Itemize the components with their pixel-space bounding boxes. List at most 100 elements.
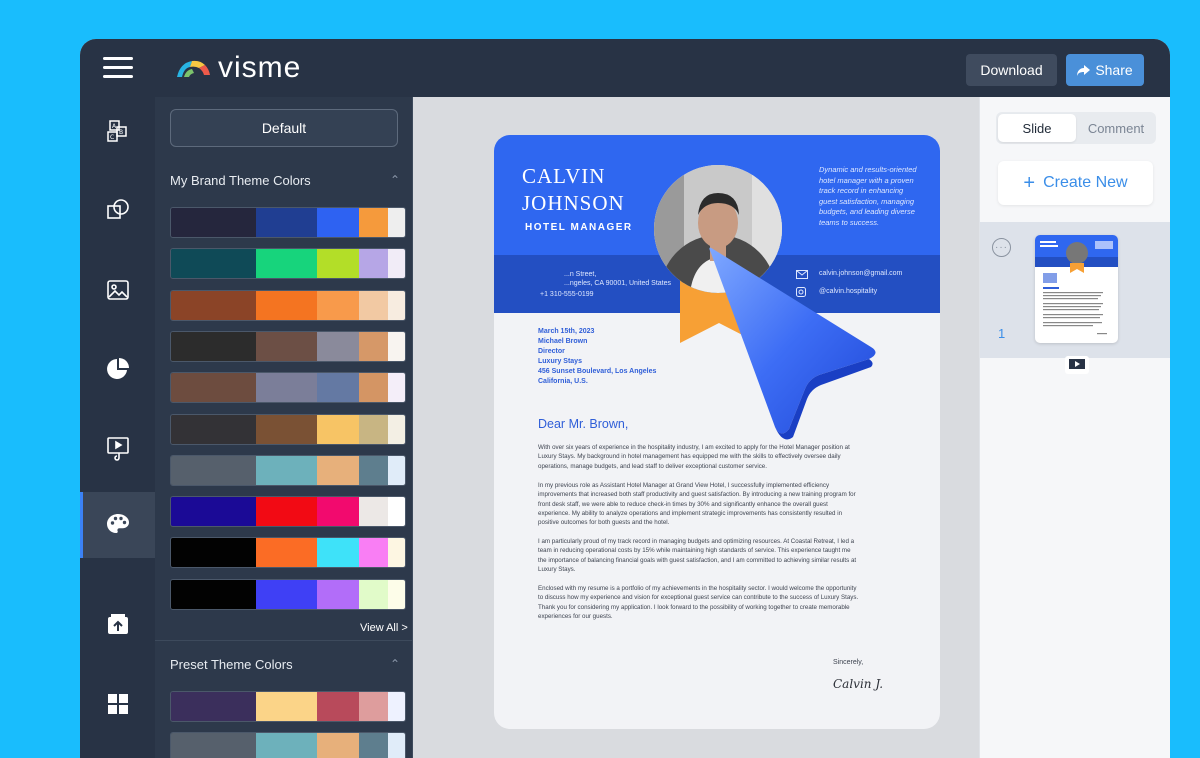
chart-pie-icon[interactable]	[80, 336, 155, 402]
color-swatch[interactable]	[317, 497, 359, 527]
brand-palette-4[interactable]	[170, 330, 406, 362]
recipient-block[interactable]: March 15th, 2023 Michael Brown Director …	[538, 327, 656, 387]
brand-palette-3[interactable]	[170, 289, 406, 321]
share-button[interactable]: Share	[1066, 54, 1144, 86]
more-options-icon[interactable]: ···	[992, 238, 1011, 257]
color-swatch[interactable]	[256, 249, 317, 279]
letter-paragraph-2[interactable]: In my previous role as Assistant Hotel M…	[538, 481, 860, 527]
color-swatch[interactable]	[359, 414, 388, 444]
color-swatch[interactable]	[171, 249, 256, 279]
letter-greeting[interactable]: Dear Mr. Brown,	[538, 417, 628, 431]
color-swatch[interactable]	[171, 208, 256, 237]
brand-palette-1[interactable]	[170, 207, 406, 238]
letter-paragraph-4[interactable]: Enclosed with my resume is a portfolio o…	[538, 584, 860, 621]
color-swatch[interactable]	[171, 497, 256, 527]
color-swatch[interactable]	[171, 373, 256, 403]
shapes-icon[interactable]	[80, 177, 155, 243]
color-swatch[interactable]	[317, 373, 359, 403]
color-swatch[interactable]	[256, 290, 317, 320]
color-swatch[interactable]	[171, 733, 256, 758]
color-swatch[interactable]	[388, 290, 405, 320]
color-swatch[interactable]	[388, 414, 405, 444]
candidate-name[interactable]: CALVIN JOHNSON	[522, 163, 625, 217]
color-swatch[interactable]	[359, 538, 388, 568]
color-swatch[interactable]	[388, 733, 405, 758]
color-swatch[interactable]	[256, 208, 317, 237]
brand-palette-2[interactable]	[170, 248, 406, 280]
apps-grid-icon[interactable]	[80, 671, 155, 737]
editor-canvas[interactable]: CALVIN JOHNSON HOTEL MANAGER Dynamic and…	[413, 97, 979, 758]
brand-palette-8[interactable]	[170, 496, 406, 528]
color-swatch[interactable]	[256, 373, 317, 403]
brand-palette-9[interactable]	[170, 537, 406, 569]
color-swatch[interactable]	[256, 497, 317, 527]
address-text[interactable]: ...n Street, ...ngeles, CA 90001, United…	[564, 270, 671, 288]
color-swatch[interactable]	[317, 579, 359, 609]
color-swatch[interactable]	[171, 692, 256, 721]
slide-thumbnail[interactable]	[1035, 235, 1118, 343]
menu-icon[interactable]	[103, 57, 133, 79]
visme-logo[interactable]: visme	[174, 51, 301, 85]
present-slide-icon[interactable]	[1064, 353, 1090, 375]
color-swatch[interactable]	[388, 692, 405, 721]
color-swatch[interactable]	[388, 249, 405, 279]
color-swatch[interactable]	[359, 497, 388, 527]
color-swatch[interactable]	[256, 331, 317, 361]
chevron-up-icon[interactable]: ⌃	[390, 173, 400, 187]
color-swatch[interactable]	[171, 538, 256, 568]
download-button[interactable]: Download	[966, 54, 1057, 86]
color-swatch[interactable]	[359, 249, 388, 279]
tab-slide[interactable]: Slide	[998, 114, 1076, 142]
candidate-summary[interactable]: Dynamic and results-oriented hotel manag…	[819, 165, 919, 228]
color-swatch[interactable]	[317, 249, 359, 279]
color-swatch[interactable]	[256, 414, 317, 444]
brand-palette-10[interactable]	[170, 578, 406, 610]
color-swatch[interactable]	[256, 455, 317, 485]
chevron-up-icon[interactable]: ⌃	[390, 657, 400, 671]
color-swatch[interactable]	[317, 538, 359, 568]
color-swatch[interactable]	[359, 331, 388, 361]
color-swatch[interactable]	[388, 497, 405, 527]
brand-palette-6[interactable]	[170, 413, 406, 445]
color-swatch[interactable]	[388, 208, 405, 237]
color-swatch[interactable]	[388, 331, 405, 361]
color-swatch[interactable]	[317, 414, 359, 444]
color-swatch[interactable]	[256, 538, 317, 568]
view-all-link[interactable]: View All >	[360, 622, 408, 634]
color-swatch[interactable]	[171, 455, 256, 485]
color-swatch[interactable]	[359, 733, 388, 758]
color-swatch[interactable]	[171, 331, 256, 361]
color-swatch[interactable]	[359, 290, 388, 320]
image-icon[interactable]	[80, 257, 155, 323]
color-swatch[interactable]	[388, 455, 405, 485]
media-icon[interactable]	[80, 415, 155, 481]
default-theme-button[interactable]: Default	[170, 109, 398, 147]
color-swatch[interactable]	[256, 692, 317, 721]
candidate-role[interactable]: HOTEL MANAGER	[525, 222, 633, 233]
preset-palette-1[interactable]	[170, 691, 406, 722]
brand-palette-7[interactable]	[170, 454, 406, 486]
color-swatch[interactable]	[171, 290, 256, 320]
color-swatch[interactable]	[256, 733, 317, 758]
color-swatch[interactable]	[317, 692, 359, 721]
phone-text[interactable]: +1 310-555-0199	[540, 291, 594, 298]
color-swatch[interactable]	[359, 455, 388, 485]
upload-icon[interactable]	[80, 591, 155, 657]
color-swatch[interactable]	[317, 208, 359, 237]
letter-paragraph-3[interactable]: I am particularly proud of my track reco…	[538, 537, 860, 574]
brand-palette-5[interactable]	[170, 372, 406, 404]
preset-palette-2[interactable]	[170, 732, 406, 758]
color-swatch[interactable]	[359, 692, 388, 721]
palette-icon[interactable]	[80, 492, 155, 558]
color-swatch[interactable]	[171, 579, 256, 609]
color-swatch[interactable]	[171, 414, 256, 444]
color-swatch[interactable]	[317, 455, 359, 485]
color-swatch[interactable]	[256, 579, 317, 609]
letter-paragraph-1[interactable]: With over six years of experience in the…	[538, 443, 860, 471]
color-swatch[interactable]	[317, 733, 359, 758]
text-blocks-icon[interactable]: A B C	[80, 99, 155, 165]
letter-signature[interactable]: Calvin J.	[833, 677, 883, 691]
color-swatch[interactable]	[317, 331, 359, 361]
color-swatch[interactable]	[388, 579, 405, 609]
color-swatch[interactable]	[388, 538, 405, 568]
